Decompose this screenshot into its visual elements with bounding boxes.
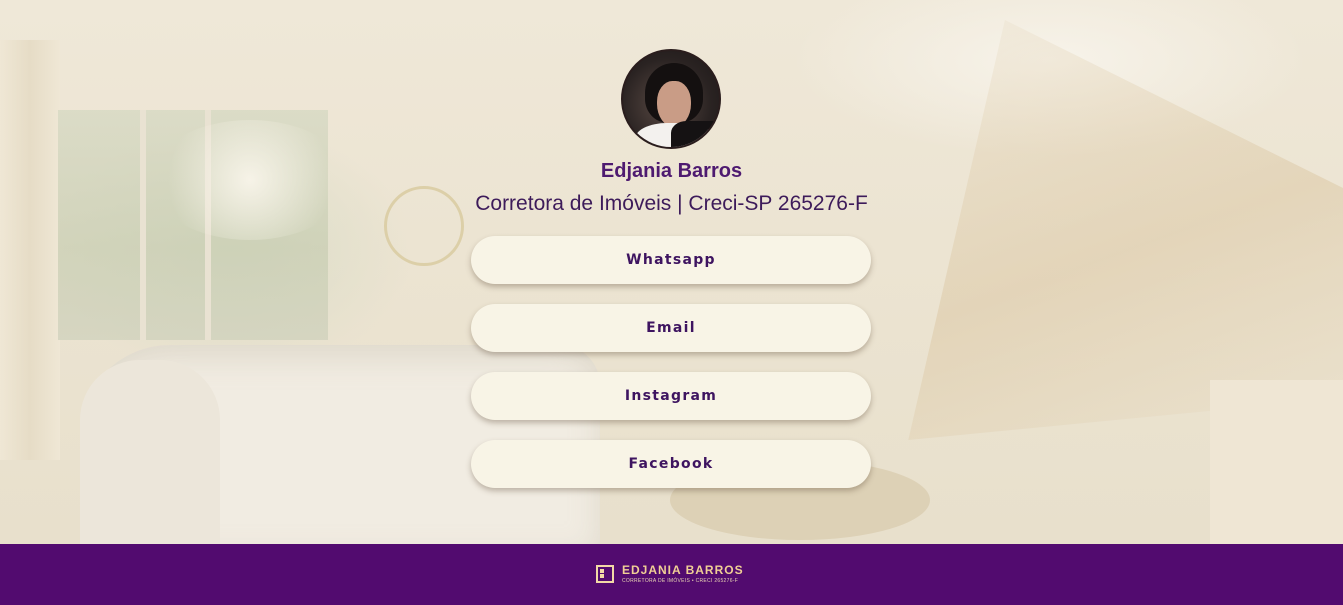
footer-logo[interactable]: EDJANIA BARROS CORRETORA DE IMÓVEIS • CR… [596,564,744,585]
building-logo-icon [596,565,614,583]
profile-name: Edjania Barros [600,160,743,182]
footer-logo-text: EDJANIA BARROS CORRETORA DE IMÓVEIS • CR… [622,564,744,585]
avatar [621,49,721,149]
footer: EDJANIA BARROS CORRETORA DE IMÓVEIS • CR… [0,544,1343,605]
avatar-jacket [671,121,719,147]
footer-logo-name: EDJANIA BARROS [622,563,744,577]
link-list: Whatsapp Email Instagram Facebook [471,236,871,508]
profile-card: Edjania Barros Corretora de Imóveis | Cr… [0,0,1343,544]
facebook-link-button[interactable]: Facebook [471,440,871,488]
email-link-button[interactable]: Email [471,304,871,352]
profile-subtitle: Corretora de Imóveis | Creci-SP 265276-F [475,192,868,215]
footer-logo-tagline: CORRETORA DE IMÓVEIS • CRECI 265276-F [622,578,739,584]
page: Edjania Barros Corretora de Imóveis | Cr… [0,0,1343,605]
instagram-link-button[interactable]: Instagram [471,372,871,420]
whatsapp-link-button[interactable]: Whatsapp [471,236,871,284]
